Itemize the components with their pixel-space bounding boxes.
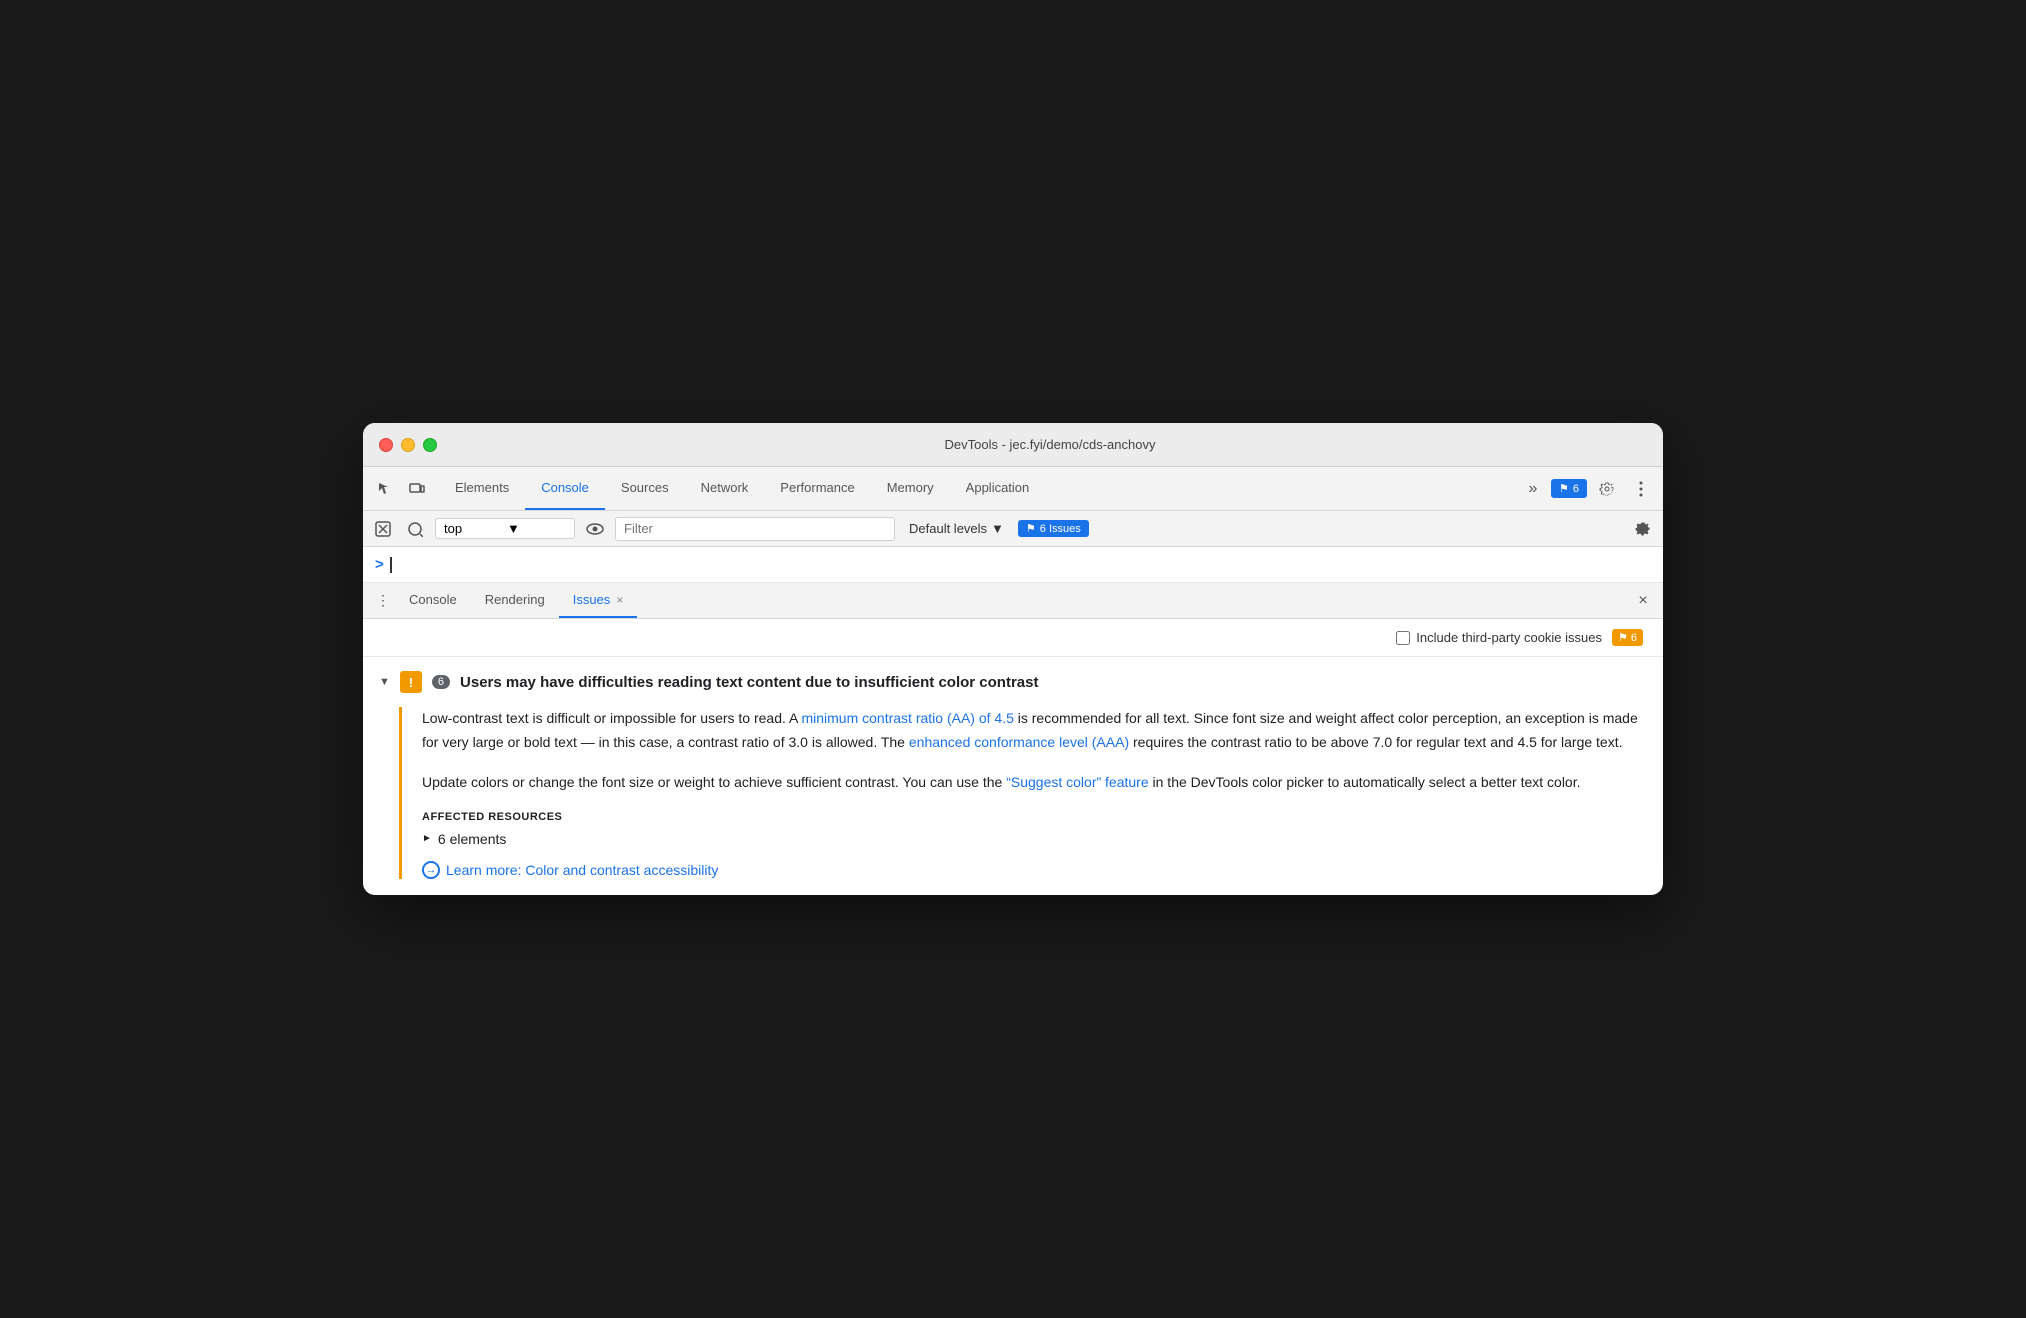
issues-options-bar: Include third-party cookie issues ⚑ 6 — [363, 619, 1663, 657]
console-issues-badge[interactable]: ⚑ 6 Issues — [1018, 520, 1089, 537]
affected-resources-title: AFFECTED RESOURCES — [422, 811, 1647, 823]
tab-application[interactable]: Application — [950, 467, 1046, 510]
traffic-lights — [379, 438, 437, 452]
close-button[interactable] — [379, 438, 393, 452]
third-party-checkbox[interactable] — [1396, 631, 1410, 645]
device-toggle-icon[interactable] — [403, 475, 431, 503]
chevron-down-icon: ▼ — [991, 521, 1004, 536]
issues-flag-icon: ⚑ — [1026, 522, 1036, 535]
console-clear-icon[interactable] — [371, 517, 395, 541]
chevron-down-icon: ▼ — [507, 521, 566, 536]
min-contrast-link[interactable]: minimum contrast ratio (AA) of 4.5 — [801, 710, 1013, 726]
console-prompt-icon: > — [375, 556, 384, 573]
issue-item: ▼ ! 6 Users may have difficulties readin… — [363, 657, 1663, 894]
issues-panel: Include third-party cookie issues ⚑ 6 ▼ … — [363, 619, 1663, 894]
inspect-icon[interactable] — [371, 475, 399, 503]
tab-console[interactable]: Console — [525, 467, 605, 510]
issue-description-1: Low-contrast text is difficult or imposs… — [422, 707, 1647, 755]
tab-console-panel[interactable]: Console — [395, 583, 471, 618]
minimize-button[interactable] — [401, 438, 415, 452]
frame-selector[interactable]: top ▼ — [435, 518, 575, 539]
issues-icon: ⚑ — [1559, 482, 1569, 495]
tab-rendering-panel[interactable]: Rendering — [471, 583, 559, 618]
tab-issues-panel[interactable]: Issues × — [559, 583, 638, 618]
bottom-tab-bar: ⋮ Console Rendering Issues × × — [363, 583, 1663, 619]
issues-badge[interactable]: ⚑ 6 — [1551, 479, 1587, 498]
tab-network[interactable]: Network — [685, 467, 765, 510]
console-toolbar: top ▼ Default levels ▼ ⚑ 6 Issues — [363, 511, 1663, 547]
eye-icon[interactable] — [583, 517, 607, 541]
issue-expand-icon[interactable]: ▼ — [379, 676, 390, 688]
issues-count-badge: ⚑ 6 — [1612, 629, 1643, 646]
issue-warning-icon: ! — [400, 671, 422, 693]
learn-more-circle-icon: → — [422, 861, 440, 879]
tab-issues-close[interactable]: × — [616, 593, 623, 607]
default-levels-button[interactable]: Default levels ▼ — [903, 519, 1010, 538]
toolbar-left-icons — [371, 475, 431, 503]
main-tab-bar: Elements Console Sources Network Perform… — [439, 467, 1521, 510]
more-options-button[interactable] — [1627, 475, 1655, 503]
maximize-button[interactable] — [423, 438, 437, 452]
main-toolbar: Elements Console Sources Network Perform… — [363, 467, 1663, 511]
issue-description-2: Update colors or change the font size or… — [422, 771, 1647, 795]
learn-more-link[interactable]: → Learn more: Color and contrast accessi… — [422, 861, 1647, 879]
console-filter-icon[interactable] — [403, 517, 427, 541]
console-cursor — [390, 557, 392, 573]
settings-icon[interactable] — [1593, 475, 1621, 503]
third-party-checkbox-label[interactable]: Include third-party cookie issues — [1396, 630, 1602, 645]
affected-elements-toggle[interactable]: ► 6 elements — [422, 831, 1647, 847]
title-bar: DevTools - jec.fyi/demo/cds-anchovy — [363, 423, 1663, 467]
devtools-window: DevTools - jec.fyi/demo/cds-anchovy Elem… — [363, 423, 1663, 894]
close-panel-button[interactable]: × — [1631, 589, 1655, 613]
bottom-more-button[interactable]: ⋮ — [371, 589, 395, 613]
warning-flag-icon: ⚑ — [1618, 631, 1628, 644]
suggest-color-link[interactable]: “Suggest color” feature — [1006, 774, 1148, 790]
enhanced-conformance-link[interactable]: enhanced conformance level (AAA) — [909, 734, 1129, 750]
console-input-area[interactable]: > — [363, 547, 1663, 583]
tab-performance[interactable]: Performance — [764, 467, 870, 510]
issue-title: Users may have difficulties reading text… — [460, 674, 1038, 691]
affected-resources: AFFECTED RESOURCES ► 6 elements — [422, 811, 1647, 847]
more-tabs-button[interactable]: » — [1521, 477, 1545, 501]
chevron-right-icon: ► — [422, 833, 432, 844]
bottom-tab-bar-right: × — [1631, 589, 1655, 613]
filter-input[interactable] — [615, 517, 895, 541]
tab-sources[interactable]: Sources — [605, 467, 685, 510]
issue-body: Low-contrast text is difficult or imposs… — [399, 707, 1647, 878]
issue-header[interactable]: ▼ ! 6 Users may have difficulties readin… — [379, 657, 1647, 707]
issue-count-badge: 6 — [432, 675, 450, 689]
tab-memory[interactable]: Memory — [871, 467, 950, 510]
tab-elements[interactable]: Elements — [439, 467, 525, 510]
toolbar-right: » ⚑ 6 — [1521, 475, 1655, 503]
window-title: DevTools - jec.fyi/demo/cds-anchovy — [453, 437, 1647, 452]
console-settings-icon[interactable] — [1631, 517, 1655, 541]
